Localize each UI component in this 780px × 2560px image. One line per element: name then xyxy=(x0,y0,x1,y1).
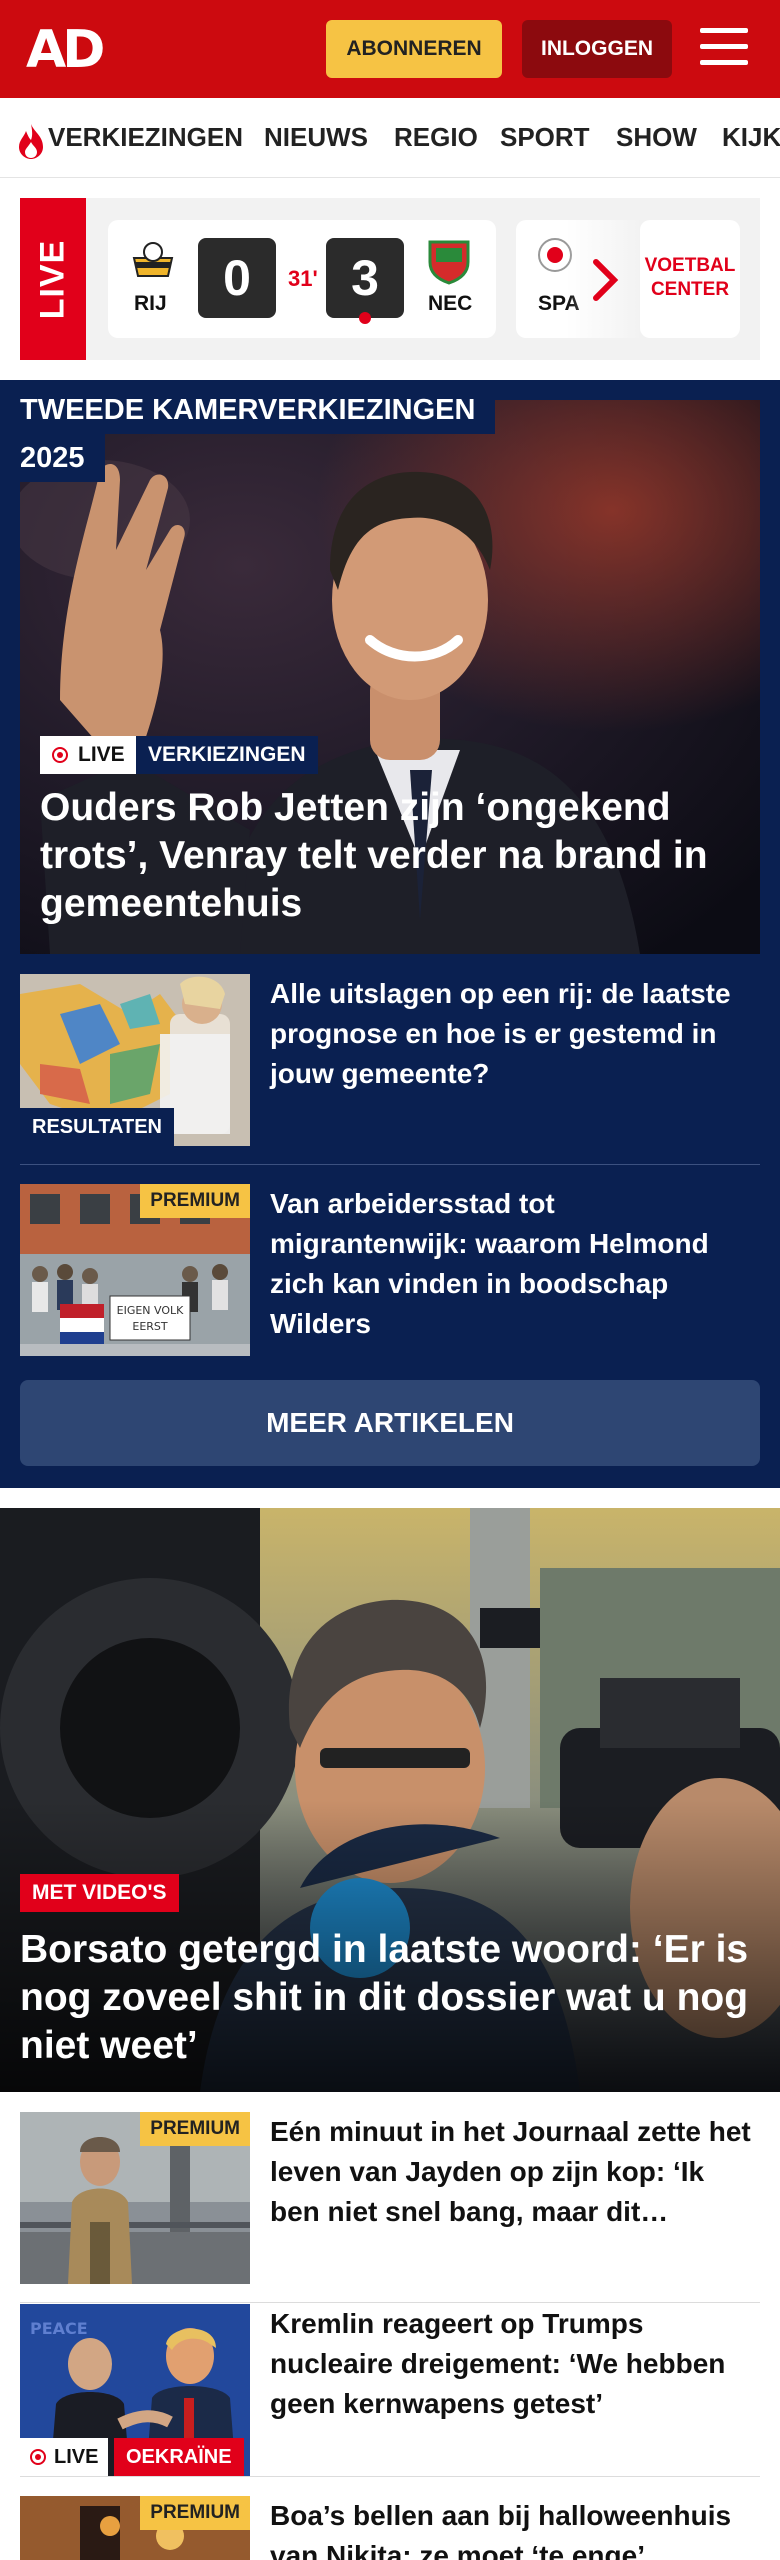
banner-text-line-1: EIGEN VOLK xyxy=(117,1304,185,1317)
article-title[interactable]: Boa’s bellen aan bij halloweenhuis van N… xyxy=(270,2496,760,2560)
nav-item-regio[interactable]: REGIO xyxy=(394,122,478,152)
video-badge: MET VIDEO'S xyxy=(20,1874,179,1912)
live-badge: LIVE xyxy=(40,736,137,774)
voetbal-center-label-line-2: CENTER xyxy=(650,279,730,300)
premium-tag: PREMIUM xyxy=(140,1184,250,1218)
jayden-thumbnail: PREMIUM xyxy=(20,2112,250,2284)
article-title[interactable]: Eén minuut in het Journaal zette het lev… xyxy=(270,2112,760,2232)
premium-tag: PREMIUM xyxy=(140,2496,250,2530)
away-team-name: NEC xyxy=(428,292,473,315)
divider xyxy=(20,2302,760,2303)
kremlin-thumbnail: PEACE PEACE LIVE OEKRAÏNE xyxy=(20,2304,250,2476)
helmond-thumbnail: EIGEN VOLK EERST PREMIUM xyxy=(20,1184,250,1356)
article-title[interactable]: Alle uitslagen op een rij: de laatste pr… xyxy=(270,974,760,1094)
main-nav: VERKIEZINGEN NIEUWS REGIO SPORT SHOW KIJ… xyxy=(0,98,780,178)
section-title-line-2[interactable]: 2025 xyxy=(0,434,105,482)
category-badge: VERKIEZINGEN xyxy=(136,736,318,774)
live-goal-dot xyxy=(359,312,371,324)
voetbal-center-button[interactable]: VOETBAL CENTER xyxy=(640,220,740,338)
nav-item-sport[interactable]: SPORT xyxy=(500,122,590,152)
live-tag: LIVE xyxy=(20,2438,109,2476)
ad-logo[interactable]: AD xyxy=(26,22,105,78)
menu-icon[interactable] xyxy=(700,26,752,70)
article-row-helmond[interactable]: EIGEN VOLK EERST PREMIUM Van arbeidersst… xyxy=(20,1184,760,1356)
voetbal-center-label-line-1: VOETBAL xyxy=(644,255,736,276)
results-tag: RESULTATEN xyxy=(20,1108,174,1146)
backdrop-text: PEACE xyxy=(30,2319,88,2338)
divider xyxy=(20,2476,760,2477)
live-tag-label: LIVE xyxy=(54,2445,99,2468)
results-thumbnail: RESULTATEN xyxy=(20,974,250,1146)
nav-item-verkiezingen[interactable]: VERKIEZINGEN xyxy=(48,122,243,152)
home-team-logo-icon xyxy=(132,242,174,277)
hero-article-title[interactable]: Ouders Rob Jetten zijn ‘ongekend trots’,… xyxy=(40,784,740,928)
nav-item-nieuws[interactable]: NIEUWS xyxy=(264,122,368,152)
top-header: AD ABONNEREN INLOGGEN xyxy=(0,0,780,98)
away-team-logo-icon xyxy=(428,240,470,285)
article-title[interactable]: Van arbeidersstad tot migrantenwijk: waa… xyxy=(270,1184,760,1344)
home-score: 0 xyxy=(198,238,276,318)
section-title-line-1[interactable]: TWEEDE KAMERVERKIEZINGEN xyxy=(0,386,496,434)
subscribe-button[interactable]: ABONNEREN xyxy=(326,20,502,78)
halloween-thumbnail: PREMIUM xyxy=(20,2496,250,2560)
match-minute: 31' xyxy=(288,266,318,291)
more-articles-button[interactable]: MEER ARTIKELEN xyxy=(20,1380,760,1466)
away-score: 3 xyxy=(326,238,404,318)
live-tab-label-wrap: LIVE xyxy=(20,198,86,360)
divider xyxy=(20,1164,760,1165)
live-dot-icon xyxy=(52,747,68,763)
home-team-name: RIJ xyxy=(134,292,167,315)
live-tab-label: LIVE xyxy=(33,239,72,319)
main-story-title[interactable]: Borsato getergd in laatste woord: ‘Er is… xyxy=(20,1926,760,2070)
login-button[interactable]: INLOGGEN xyxy=(522,20,672,78)
premium-tag: PREMIUM xyxy=(140,2112,250,2146)
category-tag: OEKRAÏNE xyxy=(114,2438,244,2476)
nav-item-show[interactable]: SHOW xyxy=(616,122,697,152)
banner-text-line-2: EERST xyxy=(132,1320,168,1333)
chevron-right-icon[interactable] xyxy=(590,258,620,302)
article-row-results[interactable]: RESULTATEN Alle uitslagen op een rij: de… xyxy=(20,974,760,1146)
flame-icon xyxy=(19,124,43,159)
live-dot-icon xyxy=(30,2449,46,2465)
article-row-kremlin[interactable]: PEACE PEACE LIVE OEKRAÏNE Kremlin reagee… xyxy=(20,2304,760,2476)
live-badge-label: LIVE xyxy=(78,743,125,766)
article-row-jayden[interactable]: PREMIUM Eén minuut in het Journaal zette… xyxy=(20,2112,760,2284)
nav-item-kijk[interactable]: KIJK xyxy=(722,122,780,152)
article-row-halloween[interactable]: PREMIUM Boa’s bellen aan bij halloweenhu… xyxy=(20,2496,760,2560)
article-title[interactable]: Kremlin reageert op Trumps nucleaire dre… xyxy=(270,2304,760,2424)
